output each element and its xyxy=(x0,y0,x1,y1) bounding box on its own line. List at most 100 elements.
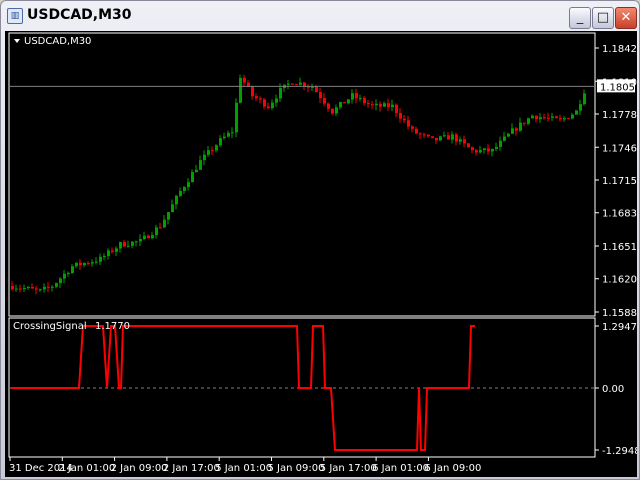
candle-body xyxy=(175,195,178,205)
candle-body xyxy=(87,263,90,265)
candle-body xyxy=(171,204,174,213)
chart-window-icon: ▥ xyxy=(7,8,23,24)
candle-body xyxy=(535,115,538,120)
candle-body xyxy=(431,136,434,138)
candle-body xyxy=(459,139,462,142)
candle-body xyxy=(243,77,246,83)
candle-body xyxy=(323,98,326,104)
candle-body xyxy=(223,136,226,139)
candle-body xyxy=(131,241,134,246)
candle-body xyxy=(503,136,506,141)
candle-body xyxy=(567,118,570,120)
candle-body xyxy=(139,238,142,242)
candle-body xyxy=(335,107,338,114)
candle-body xyxy=(443,135,446,137)
candle-body xyxy=(27,287,30,289)
time-axis-label: 5 Jan 09:00 xyxy=(268,463,325,474)
candle-body xyxy=(147,235,150,239)
chart-area[interactable]: 1.29470.00-1.2948 1.184201.181001.177851… xyxy=(5,31,637,477)
candle-body xyxy=(235,102,238,133)
candle-body xyxy=(355,93,358,99)
candle-body xyxy=(143,235,146,239)
close-button[interactable]: ✕ xyxy=(615,7,637,29)
candle-body xyxy=(203,154,206,161)
candle-body xyxy=(579,104,582,111)
candle-body xyxy=(559,118,562,120)
dropdown-triangle-icon[interactable] xyxy=(14,39,20,43)
candle-body xyxy=(491,148,494,152)
candle-body xyxy=(135,241,138,243)
indicator-label: CrossingSignal xyxy=(13,321,87,332)
candle-body xyxy=(331,108,334,114)
candle-body xyxy=(471,147,474,151)
indicator-value: 1.1770 xyxy=(95,321,130,332)
candle-body xyxy=(271,102,274,109)
candle-body xyxy=(515,128,518,131)
candle-body xyxy=(583,93,586,105)
candle-body xyxy=(295,84,298,86)
candle-body xyxy=(343,102,346,104)
candle-body xyxy=(183,187,186,192)
chart-window: ▥ USDCAD,M30 _ □ ✕ 1.2947 0.00 -1.2948 1.1… xyxy=(0,0,640,480)
title-bar[interactable]: ▥ USDCAD,M30 _ □ ✕ xyxy=(1,1,639,31)
time-axis-label: 6 Jan 01:00 xyxy=(372,463,429,474)
candle-body xyxy=(467,143,470,148)
candle-body xyxy=(115,248,118,252)
candle-body xyxy=(11,286,14,290)
candle-body xyxy=(391,104,394,108)
price-axis-label: 1.17785 xyxy=(602,110,637,121)
time-axis-label: 5 Jan 01:00 xyxy=(215,463,272,474)
time-axis-label: 2 Jan 01:00 xyxy=(58,463,115,474)
candle-body xyxy=(151,235,154,239)
candle-body xyxy=(51,286,54,288)
candle-body xyxy=(191,172,194,183)
candle-body xyxy=(371,104,374,106)
minimize-button[interactable]: _ xyxy=(569,7,591,29)
candle-body xyxy=(475,150,478,153)
candle-body xyxy=(403,118,406,121)
candle-body xyxy=(339,102,342,108)
candle-body xyxy=(419,133,422,135)
candle-body xyxy=(167,212,170,220)
candle-body xyxy=(19,288,22,290)
candle-body xyxy=(311,86,314,88)
candle-body xyxy=(103,255,106,257)
candle-body xyxy=(63,273,66,279)
candle-body xyxy=(199,160,202,170)
candle-body xyxy=(123,242,126,247)
time-axis-label: 2 Jan 17:00 xyxy=(163,463,220,474)
candle-body xyxy=(379,103,382,107)
price-axis-label: 1.15880 xyxy=(602,308,637,319)
candle-body xyxy=(259,98,262,100)
candle-body xyxy=(119,242,122,249)
candle-body xyxy=(83,263,86,266)
candle-body xyxy=(163,219,166,228)
candle-body xyxy=(479,150,482,153)
candle-body xyxy=(231,132,234,134)
candle-body xyxy=(31,287,34,289)
candle-body xyxy=(55,283,58,287)
candle-body xyxy=(195,169,198,173)
candle-body xyxy=(287,83,290,85)
candle-body xyxy=(407,120,410,127)
candle-body xyxy=(351,93,354,100)
candle-body xyxy=(359,98,362,100)
maximize-button[interactable]: □ xyxy=(592,7,614,29)
chart-canvas[interactable]: 1.29470.00-1.2948 1.184201.181001.177851… xyxy=(5,31,637,477)
candle-body xyxy=(435,137,438,141)
candle-body xyxy=(327,103,330,109)
candle-body xyxy=(75,262,78,267)
candle-body xyxy=(495,146,498,149)
candle-body xyxy=(367,102,370,105)
candle-body xyxy=(315,86,318,93)
price-axis-label: 1.17465 xyxy=(602,143,637,154)
candle-body xyxy=(411,126,414,129)
candle-body xyxy=(219,138,222,146)
candle-body xyxy=(575,110,578,115)
candle-body xyxy=(375,103,378,106)
candle-body xyxy=(59,278,62,284)
candle-body xyxy=(399,113,402,119)
main-chart-label: USDCAD,M30 xyxy=(24,36,91,47)
indicator-axis-label: 0.00 xyxy=(602,384,624,395)
candle-body xyxy=(279,88,282,99)
